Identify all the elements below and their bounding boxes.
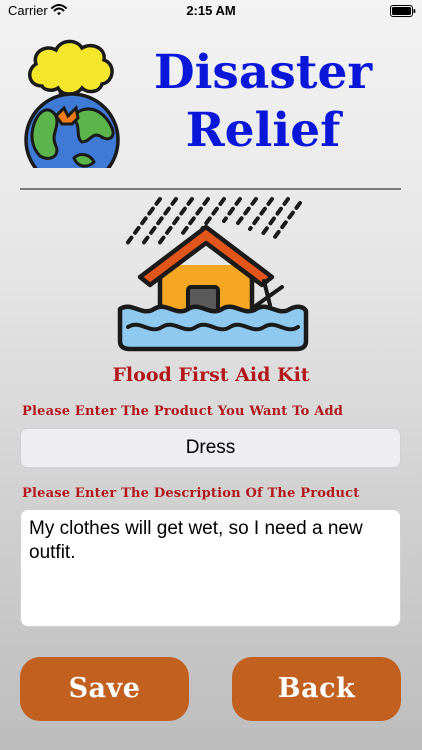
flooded-house-icon (117, 197, 309, 352)
app-title: Disaster Relief (118, 44, 408, 160)
save-button[interactable]: Save (20, 657, 189, 721)
battery-icon (390, 5, 416, 17)
product-input[interactable]: Dress (20, 428, 401, 468)
back-button[interactable]: Back (232, 657, 401, 721)
description-label: Please Enter The Description Of The Prod… (22, 486, 360, 501)
app-title-line2: Relief (185, 103, 341, 158)
product-label: Please Enter The Product You Want To Add (22, 404, 344, 419)
status-bar: Carrier 2:15 AM (0, 0, 422, 24)
kit-title: Flood First Aid Kit (112, 364, 310, 386)
header-divider (20, 188, 401, 190)
earth-explosion-icon (24, 39, 120, 168)
app-title-line1: Disaster (153, 45, 373, 100)
description-input[interactable]: My clothes will get wet, so I need a new… (20, 509, 401, 627)
status-time: 2:15 AM (186, 3, 236, 18)
